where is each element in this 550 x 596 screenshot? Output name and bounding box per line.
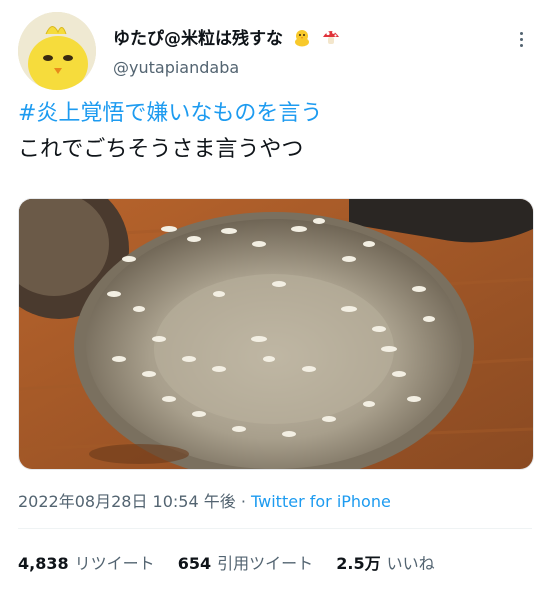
display-name-text: ゆたぴ@米粒は残すな [113, 29, 283, 49]
avatar[interactable] [18, 12, 96, 90]
more-dot [519, 43, 523, 47]
more-dot [519, 31, 523, 35]
more-dot [519, 37, 523, 41]
chick-icon [292, 27, 312, 52]
likes-label[interactable]: いいね [387, 554, 435, 573]
retweets-count[interactable]: 4,838 [18, 554, 69, 573]
more-options-icon[interactable] [510, 28, 532, 50]
quotes-count[interactable]: 654 [178, 554, 211, 573]
tweet-stats: 4,838 リツイート 654 引用ツイート 2.5万 いいね [18, 550, 453, 574]
tweet-header: ゆたぴ@米粒は残すな @yutapiandaba [18, 12, 532, 92]
tweet-body: これでごちそうさま言うやつ [18, 137, 304, 162]
display-name[interactable]: ゆたぴ@米粒は残すな [113, 24, 341, 52]
rice-bowl-photo [19, 199, 533, 469]
tweet-meta: 2022年08月28日 10:54 午後 · Twitter for iPhon… [18, 488, 391, 512]
chick-avatar-icon [18, 12, 96, 90]
likes-count[interactable]: 2.5万 [336, 554, 380, 573]
mushroom-icon [321, 27, 341, 52]
timestamp[interactable]: 2022年08月28日 10:54 午後 [18, 492, 236, 511]
quotes-label[interactable]: 引用ツイート [217, 554, 313, 573]
source-link[interactable]: Twitter for iPhone [251, 492, 391, 511]
tweet-photo[interactable] [18, 198, 534, 470]
hashtag-link[interactable]: #炎上覚悟で嫌いなものを言う [18, 96, 532, 132]
user-handle[interactable]: @yutapiandaba [113, 58, 239, 77]
divider [18, 528, 532, 529]
retweets-label[interactable]: リツイート [75, 554, 155, 573]
tweet-text: #炎上覚悟で嫌いなものを言う これでごちそうさま言うやつ [18, 96, 532, 168]
meta-separator: · [240, 492, 246, 511]
